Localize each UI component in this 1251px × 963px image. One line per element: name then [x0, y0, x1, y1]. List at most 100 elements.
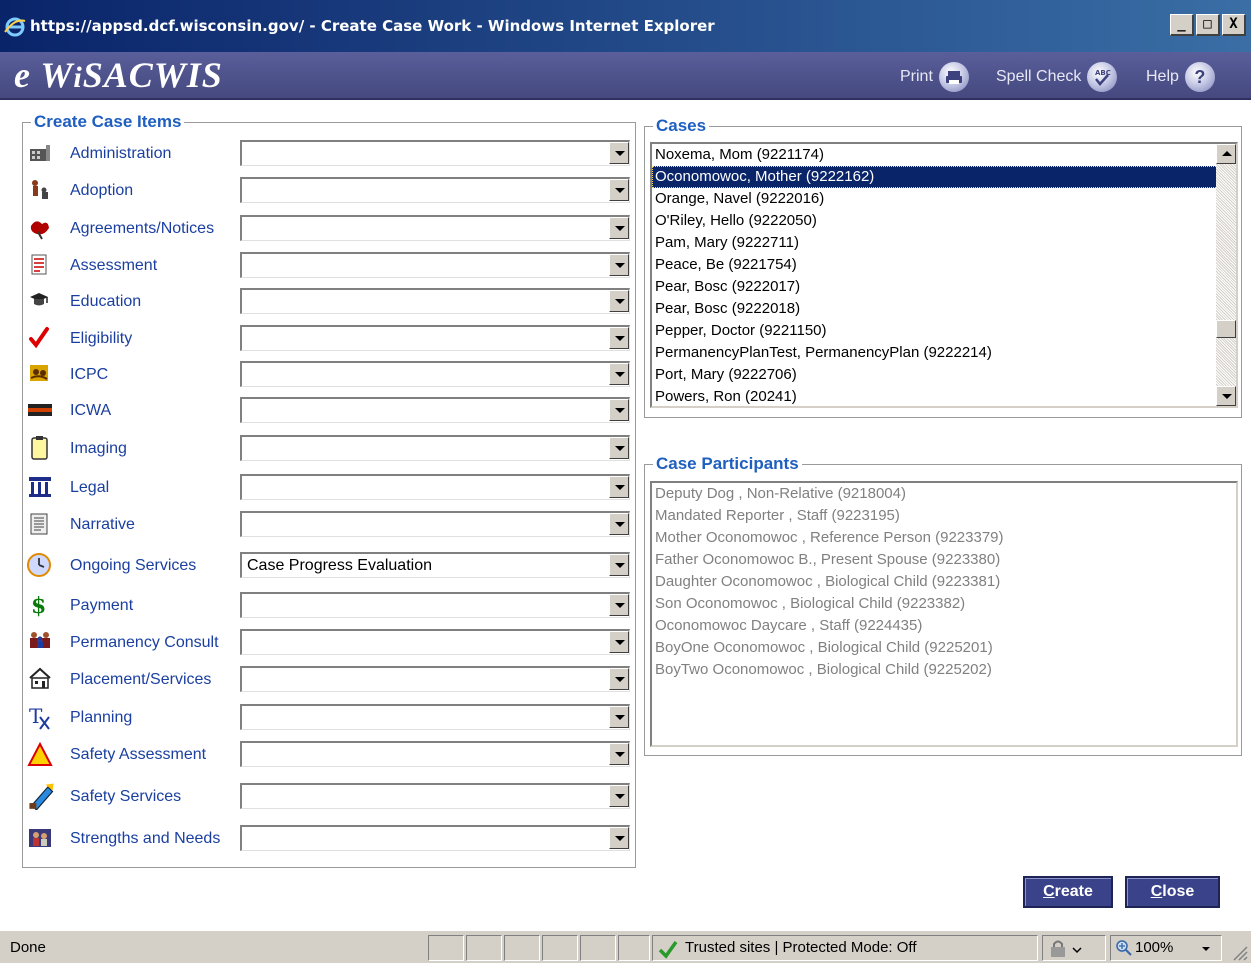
- case-list-item[interactable]: Oconomowoc, Mother (9222162): [652, 166, 1236, 188]
- protected-mode-toggle[interactable]: [1042, 935, 1106, 961]
- adoption-select[interactable]: [240, 177, 630, 203]
- maximize-button[interactable]: □: [1196, 14, 1220, 36]
- chevron-down-icon[interactable]: [609, 476, 629, 498]
- narrative-select[interactable]: [240, 511, 630, 537]
- permanency-consult-select[interactable]: [240, 629, 630, 655]
- status-text: Done: [10, 939, 46, 956]
- resize-grip-icon[interactable]: [1230, 943, 1248, 961]
- case-list-item[interactable]: Pam, Mary (9222711): [652, 232, 1236, 254]
- imaging-select[interactable]: [240, 435, 630, 461]
- case-list-item[interactable]: Peace, Be (9221754): [652, 254, 1236, 276]
- scroll-thumb[interactable]: [1216, 320, 1236, 338]
- minimize-button[interactable]: _: [1170, 14, 1194, 36]
- close-button[interactable]: Close: [1125, 876, 1220, 908]
- svg-text:T: T: [29, 705, 43, 728]
- case-item-label: Permanency Consult: [70, 634, 219, 651]
- case-item-label: Payment: [70, 597, 134, 614]
- participant-list-item[interactable]: BoyOne Oconomowoc , Biological Child (92…: [652, 637, 1236, 659]
- cases-scrollbar[interactable]: [1216, 144, 1236, 406]
- case-item-label: Administration: [70, 145, 172, 162]
- education-select[interactable]: [240, 288, 630, 314]
- chevron-down-icon[interactable]: [609, 668, 629, 690]
- window-title-bar: https://appsd.dcf.wisconsin.gov/ - Creat…: [0, 0, 1251, 52]
- placement-services-select[interactable]: [240, 666, 630, 692]
- administration-icon: [30, 145, 50, 161]
- chevron-down-icon[interactable]: [609, 827, 629, 849]
- create-button[interactable]: Create: [1023, 876, 1113, 908]
- help-link[interactable]: Help ?: [1146, 62, 1215, 92]
- case-list-item[interactable]: PermanencyPlanTest, PermanencyPlan (9222…: [652, 342, 1236, 364]
- scroll-up-icon[interactable]: [1216, 144, 1236, 164]
- case-item-label: Agreements/Notices: [70, 220, 215, 237]
- case-list-item[interactable]: Pear, Bosc (9222018): [652, 298, 1236, 320]
- icwa-select[interactable]: [240, 397, 630, 423]
- agreements-notices-select[interactable]: [240, 215, 630, 241]
- legal-icon: [29, 477, 51, 497]
- icpc-select[interactable]: [240, 361, 630, 387]
- chevron-down-icon[interactable]: [609, 217, 629, 239]
- participant-list-item[interactable]: Mandated Reporter , Staff (9223195): [652, 505, 1236, 527]
- chevron-down-icon[interactable]: [609, 254, 629, 276]
- chevron-down-icon[interactable]: [609, 179, 629, 201]
- zoom-level: 100%: [1135, 939, 1174, 956]
- app-logo: e WiSACWIS: [14, 55, 223, 95]
- participant-list-item[interactable]: Mother Oconomowoc , Reference Person (92…: [652, 527, 1236, 549]
- case-list-item[interactable]: O'Riley, Hello (9222050): [652, 210, 1236, 232]
- safety-services-select[interactable]: [240, 783, 630, 809]
- chevron-down-icon[interactable]: [609, 513, 629, 535]
- chevron-down-icon[interactable]: [609, 437, 629, 459]
- eligibility-select[interactable]: [240, 325, 630, 351]
- spell-check-link[interactable]: Spell Check ABC: [996, 62, 1118, 92]
- chevron-down-icon[interactable]: [609, 290, 629, 312]
- case-list-item[interactable]: Orange, Navel (9222016): [652, 188, 1236, 210]
- participant-list-item[interactable]: Deputy Dog , Non-Relative (9218004): [652, 483, 1236, 505]
- chevron-down-icon[interactable]: [609, 631, 629, 653]
- case-list-item[interactable]: Noxema, Mom (9221174): [652, 144, 1236, 166]
- scroll-down-icon[interactable]: [1216, 386, 1236, 406]
- chevron-down-icon[interactable]: [609, 785, 629, 807]
- chevron-down-icon[interactable]: [609, 399, 629, 421]
- status-cell: [504, 935, 540, 961]
- planning-select[interactable]: [240, 704, 630, 730]
- safety-assessment-select[interactable]: [240, 741, 630, 767]
- security-zone[interactable]: Trusted sites | Protected Mode: Off: [652, 935, 1038, 961]
- case-item-label: ICWA: [70, 402, 112, 419]
- chevron-down-icon[interactable]: [609, 554, 629, 576]
- assessment-icon: [31, 254, 47, 275]
- education-icon: [30, 293, 48, 306]
- participant-list-item[interactable]: BoyTwo Oconomowoc , Biological Child (92…: [652, 659, 1236, 681]
- print-link[interactable]: Print: [900, 62, 969, 92]
- participant-list-item[interactable]: Oconomowoc Daycare , Staff (9224435): [652, 615, 1236, 637]
- participant-list-item[interactable]: Father Oconomowoc B., Present Spouse (92…: [652, 549, 1236, 571]
- chevron-down-icon[interactable]: [609, 142, 629, 164]
- help-label: Help: [1146, 68, 1179, 85]
- participant-list-item[interactable]: Son Oconomowoc , Biological Child (92233…: [652, 593, 1236, 615]
- ongoing-services-select[interactable]: Case Progress Evaluation: [240, 552, 630, 578]
- case-list-item[interactable]: Pepper, Doctor (9221150): [652, 320, 1236, 342]
- assessment-select[interactable]: [240, 252, 630, 278]
- legal-select[interactable]: [240, 474, 630, 500]
- chevron-down-icon[interactable]: [609, 363, 629, 385]
- case-item-label: Ongoing Services: [70, 557, 197, 574]
- chevron-down-icon[interactable]: [609, 594, 629, 616]
- cases-items: Noxema, Mom (9221174) Oconomowoc, Mother …: [652, 144, 1236, 406]
- case-list-item[interactable]: Port, Mary (9222706): [652, 364, 1236, 386]
- chevron-down-icon[interactable]: [609, 706, 629, 728]
- app-header: e WiSACWIS Print Spell Check ABC Help ?: [0, 52, 1251, 100]
- administration-select[interactable]: [240, 140, 630, 166]
- status-cell: [428, 935, 464, 961]
- payment-select[interactable]: [240, 592, 630, 618]
- participant-list-item[interactable]: Daughter Oconomowoc , Biological Child (…: [652, 571, 1236, 593]
- security-zone-text: Trusted sites | Protected Mode: Off: [685, 939, 917, 956]
- case-participants-listbox[interactable]: Deputy Dog , Non-Relative (9218004) Manda…: [650, 481, 1238, 747]
- case-item-label: Assessment: [70, 257, 158, 274]
- zoom-icon: [1116, 940, 1132, 956]
- strengths-and-needs-select[interactable]: [240, 825, 630, 851]
- chevron-down-icon[interactable]: [609, 743, 629, 765]
- window-close-button[interactable]: X: [1222, 14, 1246, 36]
- chevron-down-icon[interactable]: [609, 327, 629, 349]
- zoom-control[interactable]: 100%: [1110, 935, 1222, 961]
- case-list-item[interactable]: Pear, Bosc (9222017): [652, 276, 1236, 298]
- case-list-item[interactable]: Powers, Ron (20241): [652, 386, 1236, 406]
- cases-listbox[interactable]: Noxema, Mom (9221174) Oconomowoc, Mother …: [650, 142, 1238, 408]
